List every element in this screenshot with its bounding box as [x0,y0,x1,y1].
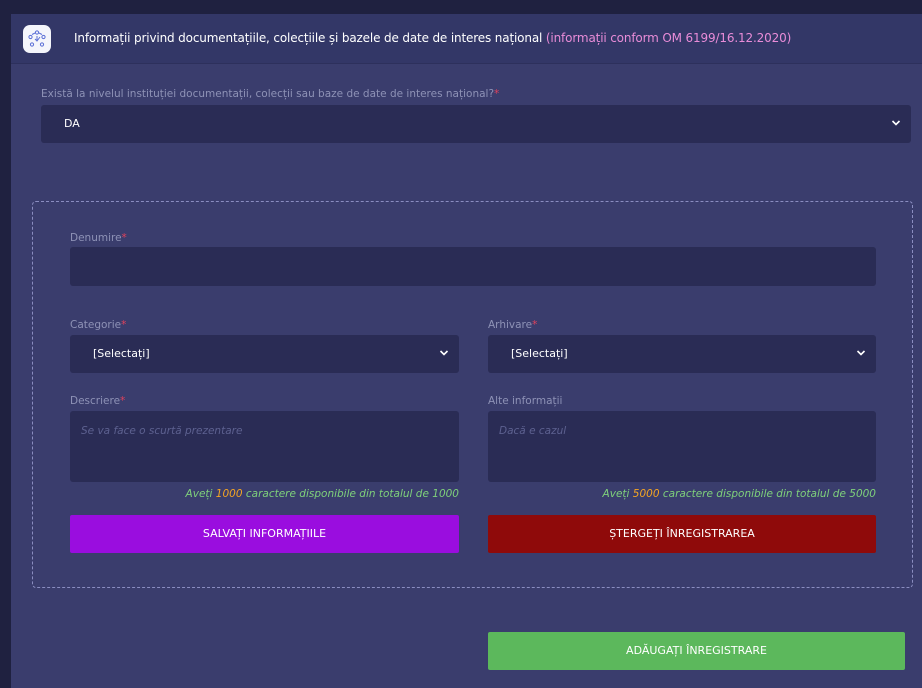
descriere-char-counter: Aveți 1000 caractere disponibile din tot… [186,488,459,500]
counter-available: 1000 [215,488,243,500]
alte-informatii-label: Alte informații [488,395,562,407]
chevron-down-icon [891,120,901,126]
denumire-label-text: Denumire [70,232,122,244]
arhivare-label: Arhivare* [488,319,537,331]
question-label: Există la nivelul instituției documentaț… [41,88,499,100]
categorie-select-value: [Selectați] [93,347,150,360]
categorie-select[interactable]: [Selectați] [70,335,459,373]
counter-prefix: Aveți [602,488,630,500]
save-button[interactable]: SALVAȚI INFORMAȚIILE [70,515,459,553]
counter-suffix: caractere disponibile din totalul de 500… [662,488,876,500]
national-interest-select-value: DA [64,117,80,130]
descriere-placeholder: Se va face o scurtă prezentare [81,425,243,437]
alte-informatii-placeholder: Dacă e cazul [499,425,567,437]
counter-prefix: Aveți [185,488,213,500]
denumire-label: Denumire* [70,232,127,244]
alte-informatii-textarea[interactable]: Dacă e cazul [488,411,876,482]
counter-available: 5000 [632,488,660,500]
arhivare-select[interactable]: [Selectați] [488,335,876,373]
descriere-label-text: Descriere [70,395,121,407]
question-label-text: Există la nivelul instituției documentaț… [41,88,495,100]
page-panel: Informații privind documentațiile, colec… [11,14,922,688]
alte-informatii-label-text: Alte informații [488,395,563,407]
arhivare-label-text: Arhivare [488,319,533,331]
network-logo-icon [23,25,51,53]
alte-informatii-char-counter: Aveți 5000 caractere disponibile din tot… [603,488,876,500]
descriere-label: Descriere* [70,395,125,407]
national-interest-select[interactable]: DA [41,105,911,143]
arhivare-select-value: [Selectați] [511,347,568,360]
required-mark: * [494,88,500,100]
required-mark: * [121,232,127,244]
chevron-down-icon [856,350,866,356]
categorie-label-text: Categorie [70,319,122,331]
required-mark: * [532,319,538,331]
section-title-text: Informații privind documentațiile, colec… [74,31,543,45]
chevron-down-icon [439,350,449,356]
delete-record-button[interactable]: ȘTERGEȚI ÎNREGISTRAREA [488,515,876,553]
required-mark: * [120,395,126,407]
denumire-input[interactable] [70,247,876,286]
add-record-button[interactable]: ADĂUGAȚI ÎNREGISTRARE [488,632,905,670]
counter-suffix: caractere disponibile din totalul de 100… [245,488,459,500]
section-title: Informații privind documentațiile, colec… [74,31,791,45]
descriere-textarea[interactable]: Se va face o scurtă prezentare [70,411,459,482]
section-title-note: (informații conform OM 6199/16.12.2020) [545,31,792,45]
section-header: Informații privind documentațiile, colec… [11,14,922,64]
categorie-label: Categorie* [70,319,126,331]
required-mark: * [121,319,127,331]
